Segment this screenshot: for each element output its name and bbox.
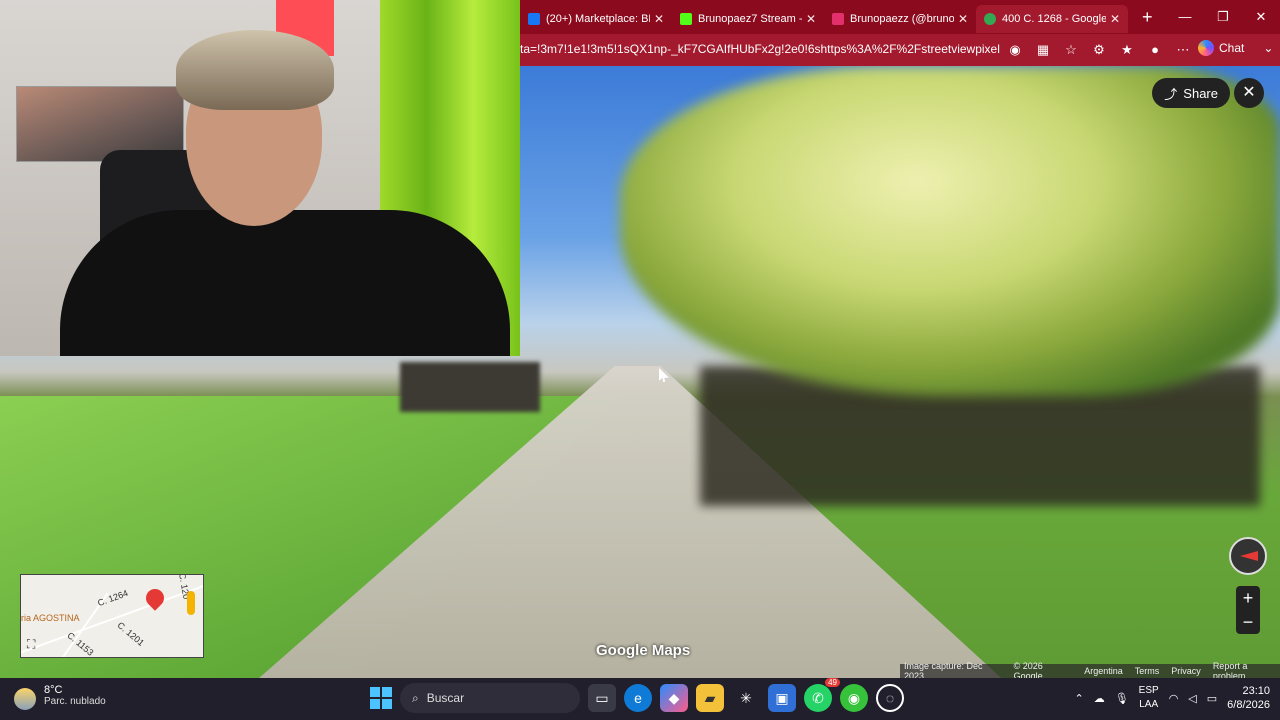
share-button[interactable]: ⤴ Share (1152, 78, 1230, 108)
tab-title: Brunopaez7 Stream - W (698, 13, 802, 25)
instagram-icon (832, 13, 844, 25)
facebook-icon (528, 13, 540, 25)
search-icon: ⌕ (412, 690, 419, 705)
date: 6/8/2026 (1227, 699, 1270, 711)
copilot-chat-button[interactable]: Chat ⌄ (1198, 40, 1273, 56)
wifi-icon[interactable]: ◠ (1169, 692, 1179, 705)
battery-icon[interactable]: ▭ (1207, 692, 1217, 705)
minimize-button[interactable]: — (1166, 0, 1204, 34)
share-label: Share (1183, 85, 1218, 101)
extensions-icon[interactable]: ⚙ (1088, 40, 1110, 60)
favorites-icon[interactable]: ★ (1116, 40, 1138, 60)
start-button[interactable] (370, 687, 392, 709)
compass-icon[interactable] (1229, 537, 1267, 575)
fence (400, 362, 540, 412)
toolbar-icons: ◉ ▦ ☆ ⚙ ★ ● ⋯ (1004, 40, 1194, 60)
keyboard-layout: LAA (1139, 699, 1159, 710)
report-problem-link[interactable]: Report a problem (1213, 661, 1280, 678)
input-language[interactable]: ESP LAA (1139, 684, 1159, 712)
edge-icon[interactable]: e (624, 684, 652, 712)
file-explorer-icon[interactable]: ▰ (696, 684, 724, 712)
streamer-body (60, 210, 510, 356)
task-view-icon[interactable]: ▭ (588, 684, 616, 712)
volume-icon[interactable]: ◁ (1188, 692, 1196, 705)
tab-kick-stream[interactable]: Brunopaez7 Stream - W ✕ (672, 5, 824, 33)
weather-widget[interactable]: 8°C Parc. nublado (14, 684, 106, 710)
privacy-link[interactable]: Privacy (1171, 666, 1201, 676)
screen: (20+) Marketplace: BMW ✕ Brunopaez7 Stre… (0, 0, 1280, 720)
location-icon[interactable]: ◉ (1004, 40, 1026, 60)
chat-label: Chat (1219, 41, 1245, 55)
whatsapp-icon[interactable]: ✆ 49 (804, 678, 840, 712)
chatgpt-icon[interactable]: ✳ (732, 684, 760, 712)
google-maps-logo: Google Maps (596, 642, 691, 659)
country-link[interactable]: Argentina (1084, 666, 1123, 676)
tab-title: 400 C. 1268 - Google M (1002, 13, 1106, 25)
taskbar: 8°C Parc. nublado ⌕ Buscar ▭ e ◆ ▰ ✳ ▣ ✆… (0, 678, 1280, 720)
tab-title: Brunopaezz (@brunopa (850, 13, 954, 25)
copyright: © 2026 Google (1013, 661, 1043, 678)
notification-badge: 49 (825, 678, 840, 687)
more-menu-icon[interactable]: ⋯ (1172, 40, 1194, 60)
close-tab-icon[interactable]: ✕ (806, 12, 816, 26)
lang-code: ESP (1138, 685, 1159, 696)
window-controls: — ❐ ✕ (1166, 0, 1280, 34)
taskbar-search[interactable]: ⌕ Buscar (400, 683, 580, 713)
search-placeholder: Buscar (426, 691, 465, 705)
show-hidden-icons[interactable]: ⌃ (1074, 692, 1083, 705)
new-tab-button[interactable]: + (1142, 7, 1153, 28)
sidebar-icon[interactable]: ⌄ (1263, 41, 1273, 55)
share-icon: ⤴ (1164, 86, 1178, 102)
zoom-out-button[interactable]: − (1236, 610, 1260, 634)
close-street-view-button[interactable]: ✕ (1234, 78, 1264, 108)
image-capture-date: Image capture: Dec 2023 (904, 661, 983, 678)
weather-desc: Parc. nublado (44, 696, 106, 707)
maps-pin-icon (984, 13, 996, 25)
obs-icon[interactable]: ◌ (876, 684, 904, 712)
maximize-button[interactable]: ❐ (1204, 0, 1242, 34)
trees (620, 66, 1280, 396)
terms-link[interactable]: Terms (1135, 666, 1160, 676)
close-tab-icon[interactable]: ✕ (958, 12, 968, 26)
zoom-in-button[interactable]: + (1236, 586, 1260, 610)
tab-marketplace[interactable]: (20+) Marketplace: BMW ✕ (520, 5, 672, 33)
tab-title: (20+) Marketplace: BMW (546, 13, 650, 25)
place-label: ria AGOSTINA (21, 613, 80, 623)
kick-icon (680, 13, 692, 25)
weather-icon (14, 688, 36, 710)
tab-google-maps[interactable]: 400 C. 1268 - Google M ✕ (976, 5, 1128, 33)
onedrive-icon[interactable]: ☁ (1094, 692, 1105, 705)
pegman-icon[interactable] (187, 591, 195, 615)
clock[interactable]: 23:10 6/8/2026 (1227, 684, 1270, 712)
time: 23:10 (1242, 685, 1270, 697)
zoom-control: + − (1236, 586, 1260, 634)
system-tray: ⌃ ☁ 🎙︎ ESP LAA ◠ ◁ ▭ 23:10 6/8/2026 (1074, 684, 1270, 712)
profile-avatar[interactable]: ● (1144, 40, 1166, 60)
close-tab-icon[interactable]: ✕ (1110, 12, 1120, 26)
map-footer: Image capture: Dec 2023 © 2026 Google Ar… (900, 661, 1280, 678)
microphone-icon[interactable]: 🎙︎ (1115, 692, 1129, 705)
tab-instagram[interactable]: Brunopaezz (@brunopa ✕ (824, 5, 976, 33)
apps-icon[interactable]: ▦ (1032, 40, 1054, 60)
expand-map-icon[interactable]: ⛶ (27, 637, 35, 652)
store-icon[interactable]: ▣ (768, 684, 796, 712)
streamer-hair (176, 30, 334, 110)
minimap[interactable]: C. 1264 ria AGOSTINA C. 1201 C. 1153 C. … (20, 574, 204, 658)
street-label: C. 1264 (96, 587, 130, 609)
alien-app-icon[interactable]: ◉ (840, 684, 868, 712)
url-field[interactable]: ta=!3m7!1e1!3m5!1sQX1np-_kF7CGAIfHUbFx2g… (520, 42, 1000, 56)
taskbar-center: ⌕ Buscar ▭ e ◆ ▰ ✳ ▣ ✆ 49 ◉ ◌ (370, 678, 904, 713)
webcam-overlay (0, 0, 520, 356)
close-window-button[interactable]: ✕ (1242, 0, 1280, 34)
close-tab-icon[interactable]: ✕ (654, 12, 664, 26)
favorite-star-icon[interactable]: ☆ (1060, 40, 1082, 60)
weather-temp: 8°C (44, 684, 63, 696)
copilot-app-icon[interactable]: ◆ (660, 684, 688, 712)
street-label: C. 1201 (115, 620, 147, 648)
copilot-icon (1198, 40, 1214, 56)
